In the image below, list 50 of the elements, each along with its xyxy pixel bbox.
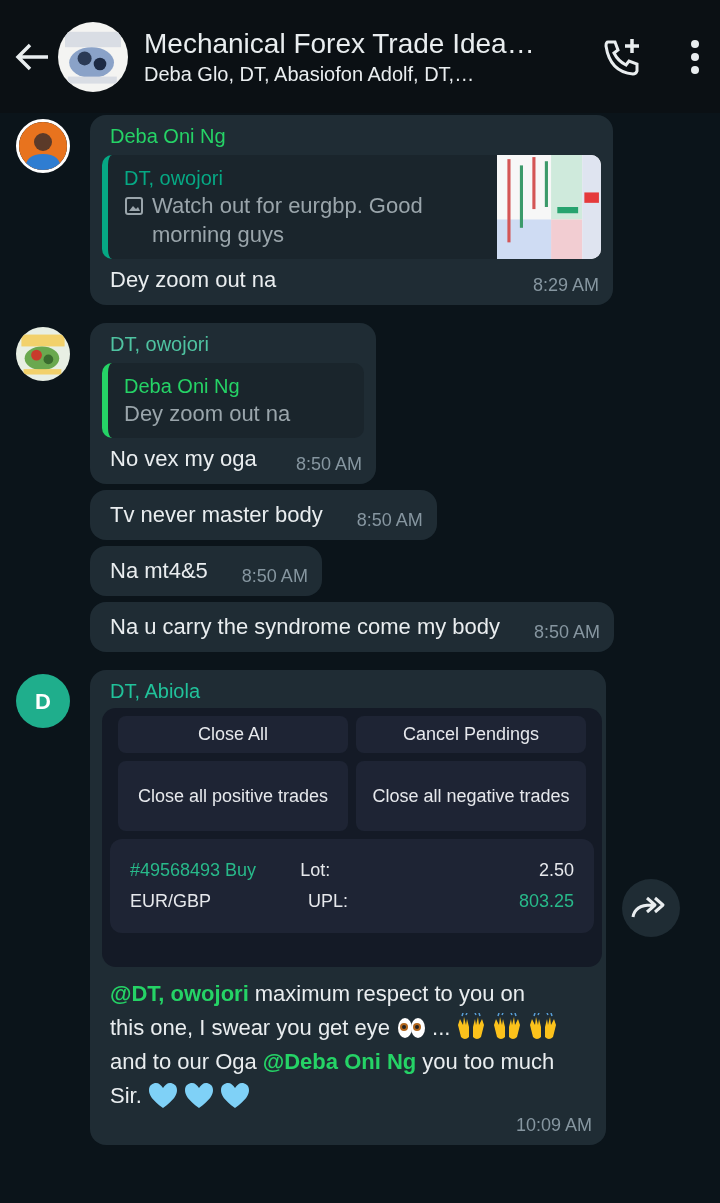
heart-icon: [183, 1081, 214, 1111]
add-call-icon[interactable]: [602, 36, 642, 77]
message-text: Na u carry the syndrome come my body: [110, 613, 501, 641]
action-button[interactable]: Close All: [118, 716, 348, 753]
mention-link[interactable]: @DT, owojori: [110, 977, 249, 1011]
quoted-message[interactable]: DT, owojori Watch out for eurgbp. Good morning guys: [102, 155, 601, 259]
group-title[interactable]: Mechanical Forex Trade Idea…: [144, 26, 602, 61]
heart-icon: [219, 1081, 250, 1111]
symbol-label: EUR/GBP: [130, 890, 213, 913]
message-text: ...: [432, 1014, 451, 1042]
trade-screenshot[interactable]: Close All Cancel Pendings Close all positive trades Close all negative trades #49568493 Buy Lot: 2.50 EUR/GBP UPL: 803.25: [102, 708, 602, 967]
quote-text: Dey zoom out na: [124, 400, 291, 428]
quote-text: Watch out for eurgbp. Good morning guys: [152, 192, 424, 249]
quote-sender: Deba Oni Ng: [124, 374, 241, 399]
sender-name[interactable]: Deba Oni Ng: [102, 123, 601, 149]
avatar[interactable]: [16, 327, 70, 381]
message-text: maximum respect to you on: [254, 980, 525, 1008]
group-members[interactable]: Deba Glo, DT, Abasiofon Adolf, DT,…: [144, 60, 602, 87]
message-time: 8:50 AM: [241, 565, 308, 588]
heart-icon: [147, 1081, 178, 1111]
profit-value: 803.25: [518, 890, 574, 913]
field-label: UPL:: [308, 890, 349, 913]
field-label: Lot:: [300, 859, 331, 882]
lot-value: 2.50: [538, 859, 574, 882]
message-text: Sir.: [110, 1082, 142, 1110]
quoted-message[interactable]: Deba Oni Ng Dey zoom out na: [102, 363, 364, 438]
sender-name[interactable]: DT, Abiola: [102, 678, 594, 704]
avatar[interactable]: [16, 119, 70, 173]
message-text: No vex my oga: [110, 445, 257, 473]
quote-sender: DT, owojori: [124, 166, 224, 191]
image-icon: [124, 196, 144, 216]
message-text: this one, I swear you get eye: [110, 1014, 391, 1042]
action-button[interactable]: Close all negative trades: [356, 761, 586, 831]
message-text: and to our Oga: [110, 1048, 257, 1076]
message-time: 10:09 AM: [515, 1114, 592, 1137]
message-text: Tv never master body: [110, 501, 323, 529]
message-time: 8:50 AM: [356, 509, 423, 532]
action-button[interactable]: Cancel Pendings: [356, 716, 586, 753]
message-time: 8:50 AM: [295, 453, 362, 476]
ticket-label: #49568493 Buy: [130, 859, 257, 882]
message-text: Dey zoom out na: [110, 266, 277, 294]
message-time: 8:29 AM: [532, 274, 599, 297]
message-text: Na mt4&5: [110, 557, 208, 585]
action-button[interactable]: Close all positive trades: [118, 761, 348, 831]
message-time: 8:50 AM: [534, 621, 601, 644]
sender-name[interactable]: DT, owojori: [102, 331, 364, 357]
mention-link[interactable]: @Deba Oni Ng: [262, 1045, 417, 1079]
more-options-icon[interactable]: [690, 38, 700, 75]
back-icon[interactable]: [14, 41, 50, 72]
message-text: you too much: [422, 1048, 555, 1076]
